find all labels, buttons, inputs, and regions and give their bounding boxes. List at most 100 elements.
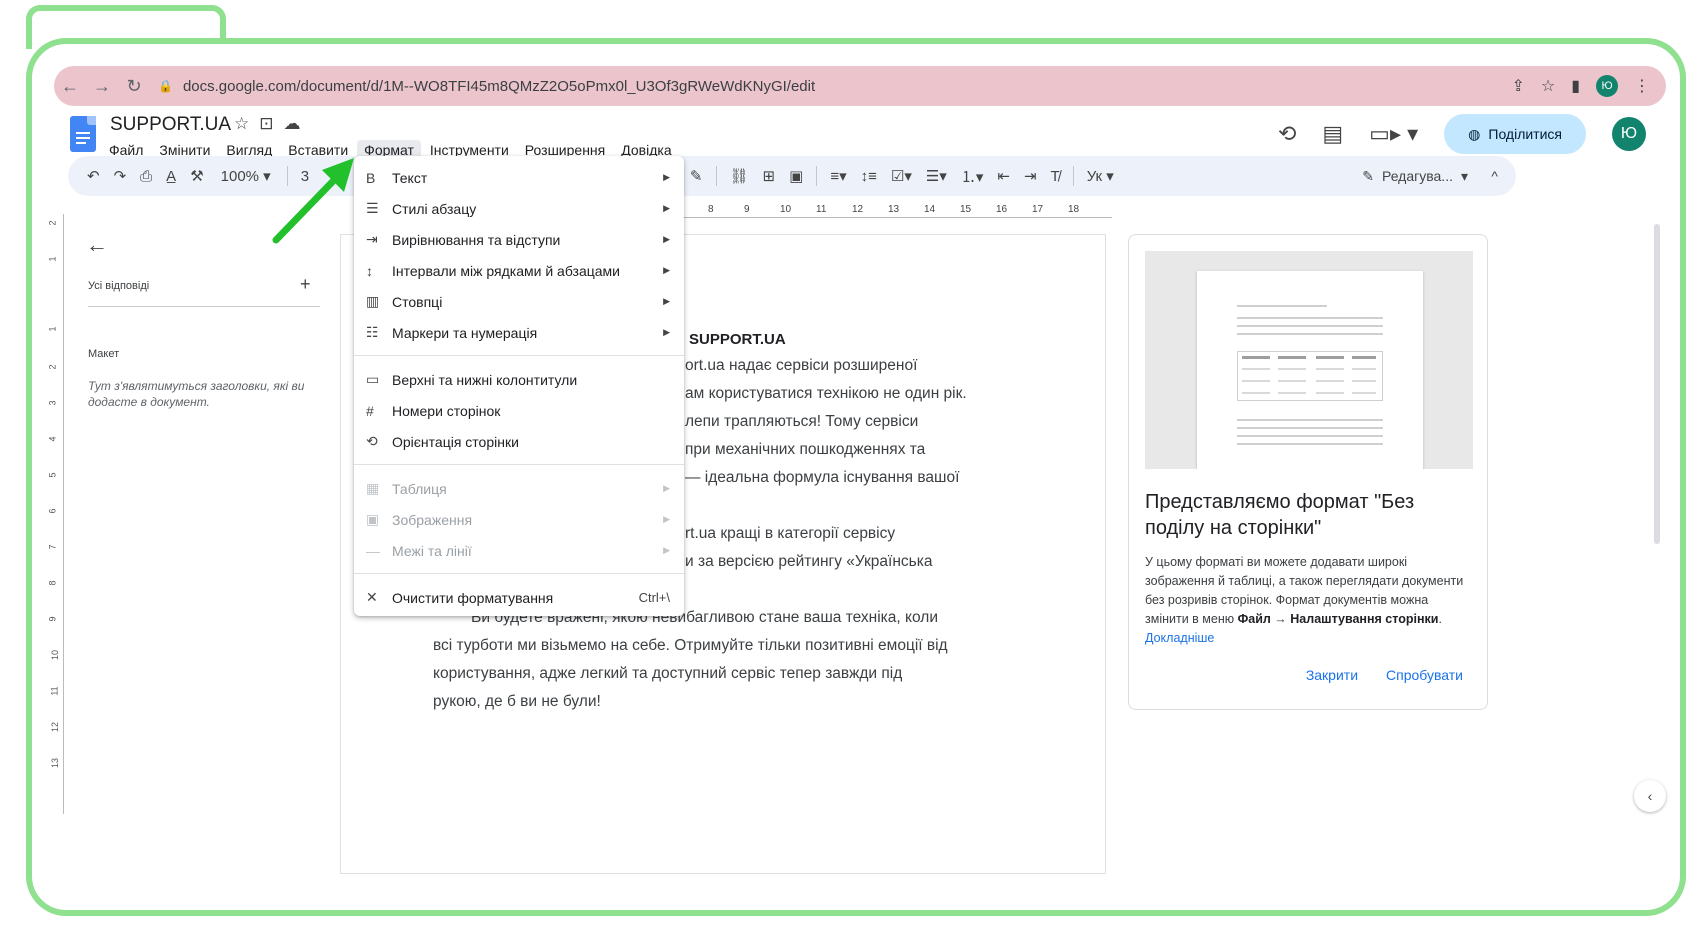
globe-icon: ◍ [1468,125,1481,142]
submenu-arrow-icon: ▶ [663,483,670,493]
menu-item-paragraph-styles[interactable]: ☰ Стилі абзацу ▶ [354,193,684,224]
ruler-number: 11 [49,686,60,696]
add-comment-icon[interactable]: ⊞ [756,167,783,185]
meet-camera-icon[interactable]: ▭▸ ▾ [1369,121,1418,147]
move-folder-icon[interactable]: ⊡ [259,114,273,134]
try-button[interactable]: Спробувати [1386,667,1463,683]
share-page-icon[interactable]: ⇪ [1511,76,1524,96]
side-panel-collapse-chevron-icon[interactable]: ‹ [1634,780,1666,812]
menu-item-page-orientation[interactable]: ⟲ Орієнтація сторінки [354,426,684,457]
line-spacing-icon[interactable]: ↕≡ [854,168,884,185]
chevron-down-icon[interactable]: ▾ [1461,168,1468,185]
address-bar[interactable]: 🔒 docs.google.com/document/d/1M--WO8TFI4… [158,71,1499,101]
submenu-arrow-icon: ▶ [663,296,670,306]
menu-item-headers-footers[interactable]: ▭ Верхні та нижні колонтитули [354,364,684,395]
ruler-number: 2 [47,220,58,226]
share-button-label: Поділитися [1488,126,1562,142]
ruler-number: 17 [1032,204,1044,215]
promo-body-text: . [1438,612,1442,626]
increase-indent-icon[interactable]: ⇥ [1017,167,1044,185]
line-icon: — [366,542,380,559]
version-history-icon[interactable]: ⟲ [1278,121,1296,147]
bulleted-list-icon[interactable]: ☰▾ [919,167,954,185]
reload-icon[interactable]: ↻ [118,76,150,97]
checklist-icon[interactable]: ☑▾ [884,167,919,185]
doc-text-line: — ідеальна формула існування вашої [685,469,960,486]
doc-heading: SUPPORT.UA [689,331,786,348]
promo-body-arrow: → [1270,612,1291,626]
close-outline-arrow-icon[interactable]: ← [86,232,108,258]
vertical-ruler: 2 1 1 2 3 4 5 6 7 8 9 10 11 12 13 [47,214,64,814]
pageless-promo-card: Представляємо формат "Без поділу на стор… [1128,234,1488,710]
menu-item-label: Номери сторінок [392,402,501,419]
menu-item-columns[interactable]: ▥ Стовпці ▶ [354,286,684,317]
print-icon[interactable]: ⎙ [133,168,159,185]
user-avatar[interactable]: Ю [1612,117,1646,151]
clear-formatting-icon[interactable]: T̸ [1044,168,1067,185]
screenshot-frame: ← → ↻ 🔒 docs.google.com/document/d/1M--W… [26,38,1686,916]
numbered-list-icon[interactable]: ⒈▾ [954,166,991,187]
ruler-number: 4 [47,436,58,442]
header-footer-icon: ▭ [366,371,380,387]
add-plus-icon[interactable]: + [300,274,311,295]
outline-divider [88,306,320,307]
spellcheck-icon[interactable]: A̲ [159,168,183,185]
page-orientation-icon: ⟲ [366,433,378,449]
doc-text-line: ort.ua надає сервіси розширеної [685,357,918,374]
comments-icon[interactable]: ▤ [1322,121,1343,147]
insert-link-icon[interactable]: ⛓ [723,167,756,185]
back-icon[interactable]: ← [54,76,86,97]
learn-more-link[interactable]: Докладніше [1145,631,1214,645]
browser-menu-icon[interactable]: ⋮ [1634,76,1650,96]
highlight-icon[interactable]: ✎ [683,167,710,185]
ruler-number: 15 [960,204,972,215]
editing-mode-select[interactable]: Редагува... [1382,168,1453,184]
doc-text-line: при механічних пошкодженнях та [685,441,926,458]
submenu-arrow-icon: ▶ [663,172,670,182]
menu-item-label: Інтервали між рядками й абзацами [392,262,620,279]
indent-icon: ⇥ [366,231,378,247]
vertical-scrollbar[interactable] [1654,224,1660,544]
menu-item-bullets[interactable]: ☷ Маркери та нумерація ▶ [354,317,684,348]
menu-item-line-spacing[interactable]: ↕ Інтервали між рядками й абзацами ▶ [354,255,684,286]
hash-icon: # [366,402,374,419]
paint-format-icon[interactable]: ⚒ [183,167,210,185]
docs-logo-icon[interactable] [70,116,96,152]
input-tools-icon[interactable]: Ук ▾ [1080,167,1121,185]
horizontal-ruler: 7 8 9 10 11 12 13 14 15 16 17 18 [672,204,1112,218]
doc-text-line: всі турботи ми візьмемо на себе. Отримуй… [433,637,948,654]
menu-item-clear-formatting[interactable]: ✕ Очистити форматування Ctrl+\ [354,582,684,613]
toolbar-divider [715,166,717,186]
ruler-number: 10 [780,204,792,215]
toolbar-divider [1072,166,1074,186]
annotation-arrow-icon [272,158,354,244]
share-button[interactable]: ◍ Поділитися [1444,114,1586,154]
hide-menus-icon[interactable]: ^ [1491,168,1498,184]
submenu-arrow-icon: ▶ [663,545,670,555]
menu-item-label: Вирівнювання та відступи [392,231,561,248]
menu-separator [354,573,684,574]
side-panel-icon[interactable]: ▮ [1571,76,1580,96]
star-icon[interactable]: ☆ [234,114,249,134]
promo-card-title: Представляємо формат "Без поділу на стор… [1145,491,1415,539]
ruler-number: 14 [924,204,936,215]
browser-profile-avatar[interactable]: Ю [1596,75,1618,97]
menu-item-page-numbers[interactable]: # Номери сторінок [354,395,684,426]
insert-image-icon[interactable]: ▣ [782,167,810,185]
align-icon[interactable]: ≡▾ [823,167,853,185]
menu-item-text[interactable]: B Текст ▶ [354,162,684,193]
cloud-status-icon[interactable]: ☁ [284,114,301,134]
promo-body-bold: Файл [1237,612,1271,626]
forward-icon[interactable]: → [86,76,118,97]
undo-icon[interactable]: ↶ [80,167,107,185]
redo-icon[interactable]: ↷ [107,167,134,185]
decrease-indent-icon[interactable]: ⇤ [990,167,1017,185]
menu-item-align-indent[interactable]: ⇥ Вирівнювання та відступи ▶ [354,224,684,255]
browser-toolbar: ← → ↻ 🔒 docs.google.com/document/d/1M--W… [54,66,1666,106]
bookmark-star-icon[interactable]: ☆ [1541,76,1555,96]
illustration-document [1197,271,1423,469]
ruler-number: 18 [1068,204,1080,215]
close-button[interactable]: Закрити [1306,667,1358,683]
document-title[interactable]: SUPPORT.UA [110,114,231,136]
ruler-number: 8 [708,204,714,215]
